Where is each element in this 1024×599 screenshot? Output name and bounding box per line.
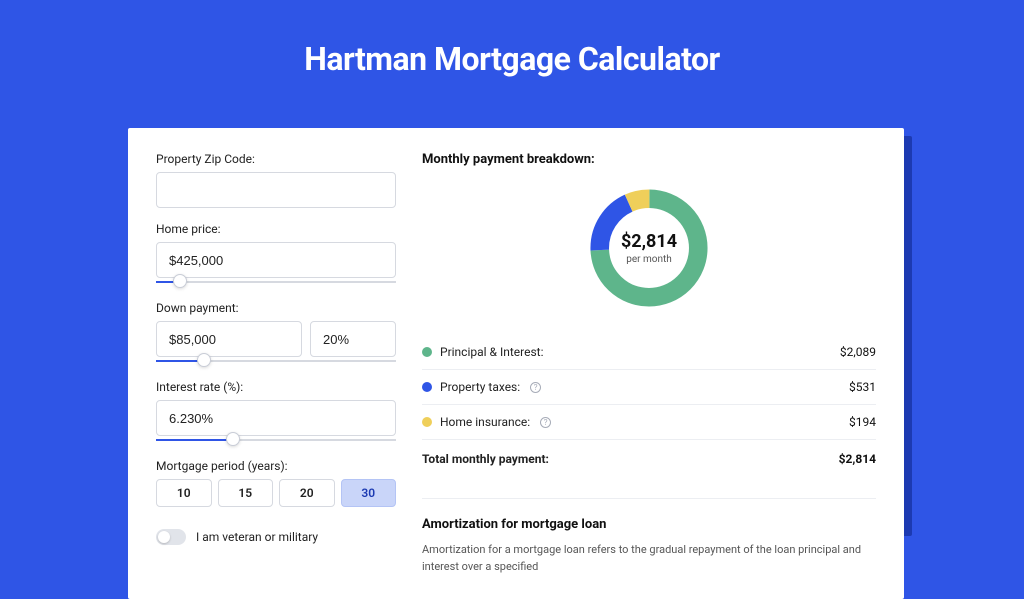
down-payment-pct-input[interactable] bbox=[310, 321, 396, 357]
slider-thumb[interactable] bbox=[226, 432, 240, 446]
veteran-toggle-row: I am veteran or military bbox=[156, 529, 396, 545]
legend-dot bbox=[422, 417, 432, 427]
mortgage-period-label: Mortgage period (years): bbox=[156, 459, 396, 473]
period-option-15[interactable]: 15 bbox=[218, 479, 274, 507]
period-option-20[interactable]: 20 bbox=[279, 479, 335, 507]
interest-rate-label: Interest rate (%): bbox=[156, 380, 396, 394]
legend-row: Principal & Interest: $2,089 bbox=[422, 335, 876, 370]
donut-center: $2,814 per month bbox=[621, 231, 677, 265]
home-price-label: Home price: bbox=[156, 222, 396, 236]
interest-rate-slider[interactable] bbox=[156, 435, 396, 445]
slider-fill bbox=[156, 439, 233, 441]
home-price-field: Home price: bbox=[156, 222, 396, 287]
amortization-text: Amortization for a mortgage loan refers … bbox=[422, 542, 876, 575]
breakdown-title: Monthly payment breakdown: bbox=[422, 152, 876, 167]
interest-rate-input[interactable] bbox=[156, 400, 396, 436]
donut-amount: $2,814 bbox=[621, 231, 677, 252]
slider-track bbox=[156, 281, 396, 283]
interest-rate-field: Interest rate (%): bbox=[156, 380, 396, 445]
slider-thumb[interactable] bbox=[173, 274, 187, 288]
total-row: Total monthly payment: $2,814 bbox=[422, 440, 876, 476]
zip-input[interactable] bbox=[156, 172, 396, 208]
total-value: $2,814 bbox=[839, 452, 876, 466]
legend-value: $2,089 bbox=[840, 345, 876, 359]
donut-chart: $2,814 per month bbox=[422, 183, 876, 313]
page-title: Hartman Mortgage Calculator bbox=[0, 0, 1024, 106]
legend-dot bbox=[422, 382, 432, 392]
legend-row: Home insurance:? $194 bbox=[422, 405, 876, 440]
amortization-title: Amortization for mortgage loan bbox=[422, 517, 876, 532]
legend-label: Principal & Interest: bbox=[440, 345, 544, 359]
mortgage-period-field: Mortgage period (years): 10152030 bbox=[156, 459, 396, 507]
legend-list: Principal & Interest: $2,089 Property taxe… bbox=[422, 335, 876, 440]
period-option-30[interactable]: 30 bbox=[341, 479, 397, 507]
period-options: 10152030 bbox=[156, 479, 396, 507]
legend-value: $531 bbox=[849, 380, 876, 394]
donut-sub: per month bbox=[621, 254, 677, 265]
calculator-card: Property Zip Code: Home price: Down paym… bbox=[128, 128, 904, 599]
down-payment-label: Down payment: bbox=[156, 301, 396, 315]
home-price-input[interactable] bbox=[156, 242, 396, 278]
veteran-toggle[interactable] bbox=[156, 529, 186, 545]
legend-value: $194 bbox=[849, 415, 876, 429]
info-icon[interactable]: ? bbox=[530, 382, 541, 393]
legend-label: Property taxes: bbox=[440, 380, 520, 394]
zip-label: Property Zip Code: bbox=[156, 152, 396, 166]
period-option-10[interactable]: 10 bbox=[156, 479, 212, 507]
total-label: Total monthly payment: bbox=[422, 452, 549, 466]
down-payment-field: Down payment: bbox=[156, 301, 396, 366]
legend-dot bbox=[422, 347, 432, 357]
zip-field: Property Zip Code: bbox=[156, 152, 396, 208]
legend-label: Home insurance: bbox=[440, 415, 530, 429]
amortization-section: Amortization for mortgage loan Amortizat… bbox=[422, 498, 876, 575]
down-payment-slider[interactable] bbox=[156, 356, 396, 366]
veteran-label: I am veteran or military bbox=[196, 530, 318, 544]
info-icon[interactable]: ? bbox=[540, 417, 551, 428]
down-payment-input[interactable] bbox=[156, 321, 302, 357]
legend-row: Property taxes:? $531 bbox=[422, 370, 876, 405]
home-price-slider[interactable] bbox=[156, 277, 396, 287]
slider-thumb[interactable] bbox=[197, 353, 211, 367]
